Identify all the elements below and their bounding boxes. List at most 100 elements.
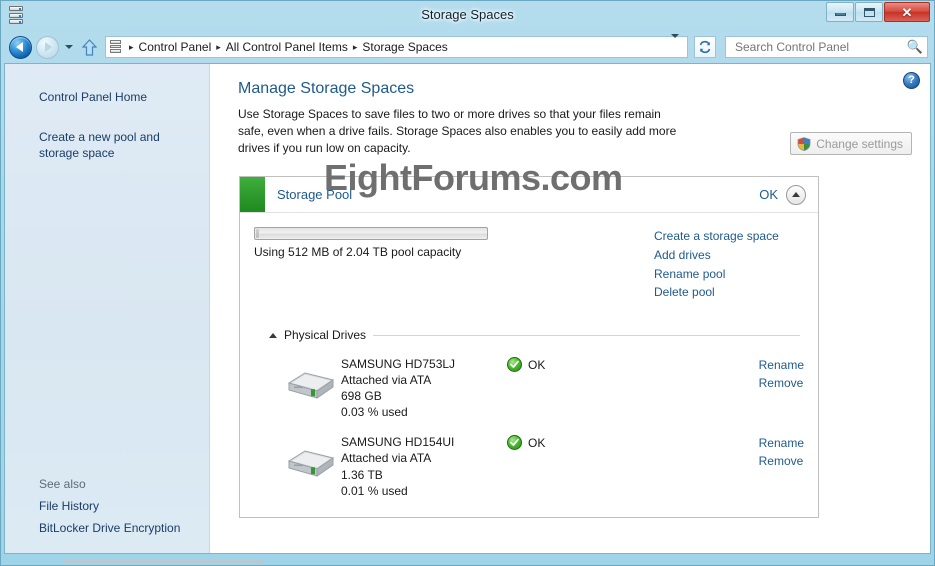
address-dropdown-button[interactable] bbox=[667, 34, 685, 56]
recent-locations-button[interactable] bbox=[63, 45, 75, 49]
physical-drive-row: SAMSUNG HD154UI Attached via ATA 1.36 TB… bbox=[240, 420, 818, 498]
see-also-title: See also bbox=[39, 476, 86, 491]
physical-drives-label: Physical Drives bbox=[284, 328, 367, 343]
address-bar[interactable]: ▸ Control Panel ▸ All Control Panel Item… bbox=[105, 34, 688, 58]
up-arrow-icon bbox=[81, 38, 97, 56]
add-drives-link[interactable]: Add drives bbox=[654, 247, 779, 265]
pool-actions: Create a storage space Add drives Rename… bbox=[654, 227, 779, 302]
sidebar-item-bitlocker-drive-encryption[interactable]: BitLocker Drive Encryption bbox=[5, 517, 209, 539]
search-box[interactable]: 🔍 bbox=[725, 36, 928, 58]
window-controls: ✕ bbox=[826, 2, 930, 22]
pool-collapse-button[interactable] bbox=[786, 184, 806, 205]
title-bar: Storage Spaces ✕ bbox=[1, 1, 934, 31]
forward-arrow-icon bbox=[45, 42, 52, 52]
change-settings-label: Change settings bbox=[816, 136, 903, 151]
minimize-button[interactable] bbox=[826, 2, 854, 22]
back-button[interactable] bbox=[9, 35, 32, 59]
hard-drive-icon bbox=[285, 356, 341, 410]
intro-description: Use Storage Spaces to save files to two … bbox=[238, 107, 677, 156]
divider bbox=[373, 334, 800, 336]
refresh-icon bbox=[699, 40, 711, 54]
see-also-section: See also File History BitLocker Drive En… bbox=[5, 477, 209, 539]
status-strip-nub bbox=[63, 559, 263, 563]
physical-drive-info: SAMSUNG HD753LJ Attached via ATA 698 GB … bbox=[341, 356, 507, 420]
storage-pool-panel: Storage Pool OK Using 512 MB of 2.04 TB … bbox=[239, 176, 819, 518]
breadcrumb-root-icon bbox=[110, 40, 123, 55]
drive-name: SAMSUNG HD154UI bbox=[341, 435, 455, 450]
pool-summary-row: Using 512 MB of 2.04 TB pool capacity Cr… bbox=[240, 227, 818, 302]
close-icon: ✕ bbox=[901, 4, 913, 20]
breadcrumb-item-control-panel[interactable]: Control Panel bbox=[138, 40, 213, 54]
chevron-down-icon bbox=[671, 34, 679, 55]
physical-drives-header[interactable]: Physical Drives bbox=[269, 328, 800, 342]
rename-drive-link[interactable]: Rename bbox=[759, 435, 804, 453]
drive-attachment: Attached via ATA bbox=[341, 373, 432, 388]
back-arrow-icon bbox=[16, 42, 23, 52]
up-button[interactable] bbox=[79, 36, 99, 58]
breadcrumb-separator: ▸ bbox=[129, 41, 134, 52]
storage-spaces-window: Storage Spaces ✕ ▸ Control Panel ▸ All C… bbox=[0, 0, 935, 566]
breadcrumb-item-all-control-panel-items[interactable]: All Control Panel Items bbox=[225, 40, 349, 54]
close-button[interactable]: ✕ bbox=[884, 2, 930, 22]
pool-capacity-text: Using 512 MB of 2.04 TB pool capacity bbox=[254, 245, 462, 260]
main-content: ? Manage Storage Spaces Use Storage Spac… bbox=[210, 64, 930, 553]
uac-shield-icon bbox=[797, 136, 811, 151]
storage-pool-status: OK bbox=[759, 187, 778, 203]
window-title: Storage Spaces bbox=[421, 7, 514, 22]
rename-pool-link[interactable]: Rename pool bbox=[654, 266, 779, 284]
navigation-bar: ▸ Control Panel ▸ All Control Panel Item… bbox=[1, 31, 934, 63]
status-strip bbox=[1, 557, 934, 565]
physical-drive-row: SAMSUNG HD753LJ Attached via ATA 698 GB … bbox=[240, 342, 818, 420]
drive-status-text: OK bbox=[528, 357, 546, 372]
minimize-icon bbox=[834, 13, 846, 16]
help-button[interactable]: ? bbox=[903, 72, 920, 89]
storage-pool-name: Storage Pool bbox=[277, 187, 353, 203]
pool-capacity-column: Using 512 MB of 2.04 TB pool capacity bbox=[254, 227, 654, 302]
chevron-up-icon bbox=[269, 332, 277, 338]
hard-drive-icon bbox=[285, 434, 341, 488]
forward-button[interactable] bbox=[36, 35, 59, 59]
physical-drive-info: SAMSUNG HD154UI Attached via ATA 1.36 TB… bbox=[341, 434, 507, 498]
rename-drive-link[interactable]: Rename bbox=[759, 357, 804, 375]
drive-name: SAMSUNG HD753LJ bbox=[341, 357, 456, 372]
drive-capacity: 698 GB bbox=[341, 389, 382, 404]
search-icon: 🔍 bbox=[906, 39, 923, 54]
sidebar: Control Panel Home Create a new pool and… bbox=[5, 64, 210, 553]
maximize-icon bbox=[863, 7, 875, 17]
green-check-icon bbox=[507, 357, 522, 373]
refresh-button[interactable] bbox=[694, 36, 716, 58]
create-storage-space-link[interactable]: Create a storage space bbox=[654, 228, 779, 246]
pool-capacity-bar bbox=[254, 227, 488, 241]
drive-actions: Rename Remove bbox=[759, 434, 804, 471]
storage-pool-body: Using 512 MB of 2.04 TB pool capacity Cr… bbox=[240, 213, 818, 517]
drive-attachment: Attached via ATA bbox=[341, 451, 432, 466]
maximize-button[interactable] bbox=[855, 2, 883, 22]
drive-capacity: 1.36 TB bbox=[341, 467, 383, 482]
intro-row: Use Storage Spaces to save files to two … bbox=[210, 106, 930, 157]
search-input[interactable] bbox=[733, 39, 907, 55]
drive-actions: Rename Remove bbox=[759, 356, 804, 393]
page-title: Manage Storage Spaces bbox=[238, 80, 415, 97]
sidebar-item-control-panel-home[interactable]: Control Panel Home bbox=[5, 86, 209, 108]
drive-used: 0.03 % used bbox=[341, 405, 408, 420]
chevron-up-icon bbox=[792, 192, 800, 198]
remove-drive-link[interactable]: Remove bbox=[759, 375, 804, 393]
chevron-down-icon bbox=[65, 45, 73, 49]
content-host: Control Panel Home Create a new pool and… bbox=[4, 63, 931, 554]
drive-status-text: OK bbox=[528, 435, 546, 450]
drive-status: OK bbox=[507, 434, 657, 451]
sidebar-item-file-history[interactable]: File History bbox=[5, 495, 209, 517]
delete-pool-link[interactable]: Delete pool bbox=[654, 284, 779, 302]
pool-capacity-fill bbox=[256, 229, 259, 239]
breadcrumb-separator: ▸ bbox=[352, 41, 358, 52]
drive-status: OK bbox=[507, 356, 657, 373]
drive-used: 0.01 % used bbox=[341, 483, 408, 498]
green-check-icon bbox=[507, 435, 522, 451]
storage-pool-header: Storage Pool OK bbox=[240, 177, 818, 214]
pool-status-indicator bbox=[240, 177, 265, 213]
remove-drive-link[interactable]: Remove bbox=[759, 453, 804, 471]
sidebar-item-create-new-pool[interactable]: Create a new pool and storage space bbox=[5, 126, 209, 164]
change-settings-button[interactable]: Change settings bbox=[790, 132, 912, 155]
breadcrumb-separator: ▸ bbox=[216, 41, 221, 52]
breadcrumb-item-storage-spaces[interactable]: Storage Spaces bbox=[361, 40, 448, 54]
